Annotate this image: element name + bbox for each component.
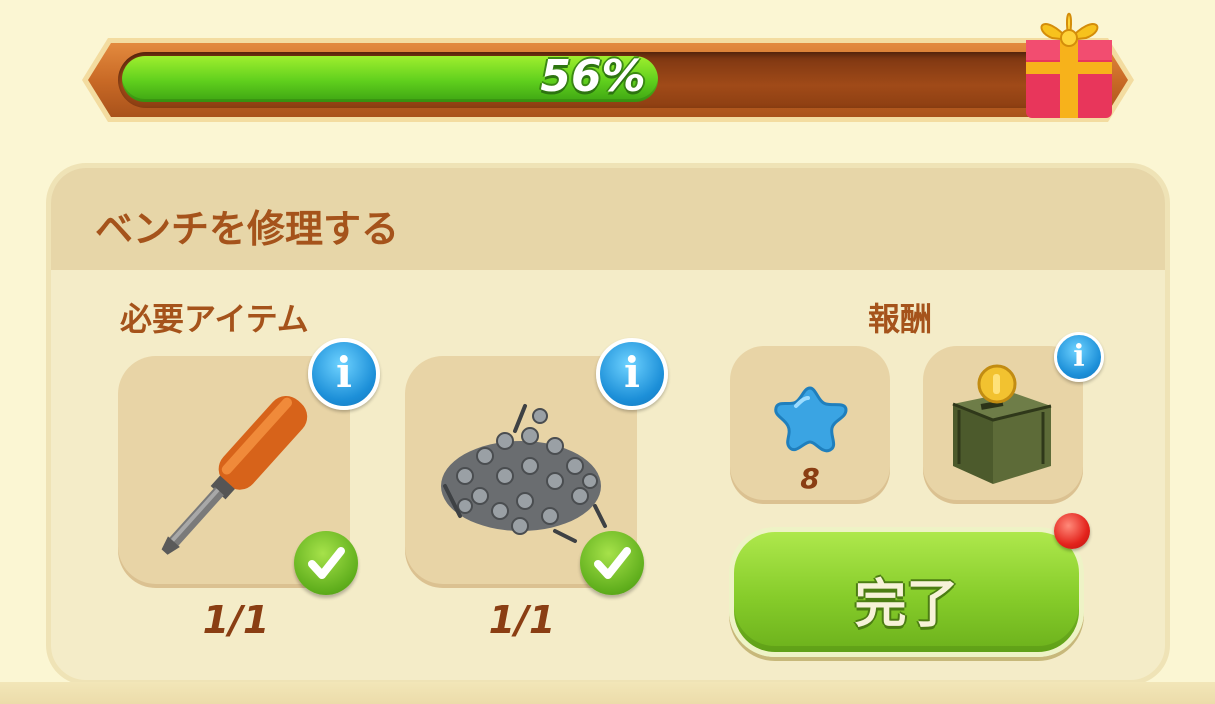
required-items-label: 必要アイテム — [120, 300, 309, 338]
panel-header: ベンチを修理する — [51, 168, 1165, 270]
info-icon-screws[interactable]: i — [596, 338, 668, 410]
complete-button-label: 完了 — [854, 575, 959, 635]
quest-title: ベンチを修理する — [95, 207, 400, 251]
gift-icon[interactable] — [1012, 0, 1127, 125]
required-count-screws: 1/1 — [488, 598, 556, 642]
bottom-strip — [0, 682, 1215, 704]
rewards-label: 報酬 — [868, 300, 933, 338]
required-count-screwdriver: 1/1 — [202, 598, 270, 642]
reward-star-amount: 8 — [800, 462, 820, 495]
complete-button[interactable]: 完了 — [729, 527, 1084, 657]
check-icon-screws — [580, 531, 644, 595]
notification-dot — [1054, 513, 1090, 549]
check-icon-screwdriver — [294, 531, 358, 595]
progress-bar: 56% — [78, 34, 1138, 126]
info-icon-coin-box[interactable]: i — [1054, 332, 1104, 382]
progress-percent-label: 56% — [540, 51, 646, 102]
info-icon-screwdriver[interactable]: i — [308, 338, 380, 410]
